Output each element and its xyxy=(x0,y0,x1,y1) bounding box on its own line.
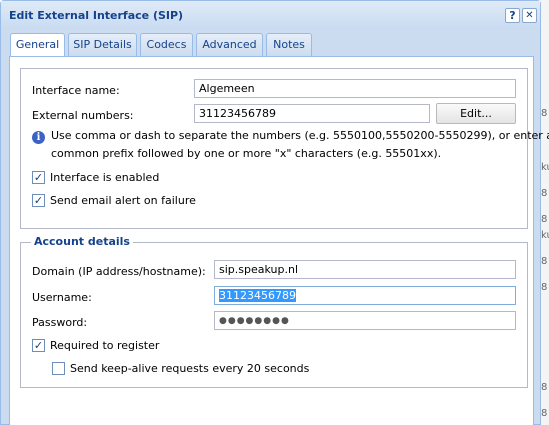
external-numbers-input[interactable]: 31123456789 xyxy=(194,104,430,123)
email-alert-checkbox[interactable] xyxy=(32,194,45,207)
dialog-titlebar[interactable]: Edit External Interface (SIP) ? ✕ xyxy=(1,1,540,28)
password-input[interactable]: ●●●●●●●● xyxy=(214,311,516,330)
tab-general[interactable]: General xyxy=(10,33,65,58)
tab-sip-details[interactable]: SIP Details xyxy=(68,33,137,56)
background-text: ku xyxy=(541,230,549,241)
tab-codecs[interactable]: Codecs xyxy=(140,33,193,56)
domain-label: Domain (IP address/hostname): xyxy=(32,265,206,278)
background-text: 8 xyxy=(541,282,548,293)
help-icon[interactable]: ? xyxy=(505,8,520,23)
keepalive-label[interactable]: Send keep-alive requests every 20 second… xyxy=(70,362,309,375)
general-fieldset: Interface name: Algemeen External number… xyxy=(20,68,549,229)
interface-name-input[interactable]: Algemeen xyxy=(194,79,516,98)
edit-numbers-button[interactable]: Edit... xyxy=(436,103,516,124)
username-input[interactable]: 31123456789 xyxy=(214,286,516,305)
background-text: 8 xyxy=(541,188,548,199)
background-text: 8 xyxy=(541,108,548,119)
background-text: ku xyxy=(541,162,549,173)
account-details-fieldset: Account details Domain (IP address/hostn… xyxy=(20,235,528,388)
interface-enabled-label[interactable]: Interface is enabled xyxy=(50,171,159,184)
account-details-legend: Account details xyxy=(31,235,133,248)
dialog-title: Edit External Interface (SIP) xyxy=(9,9,184,22)
interface-enabled-checkbox[interactable] xyxy=(32,171,45,184)
tab-panel-general: Interface name: Algemeen External number… xyxy=(9,56,549,425)
keepalive-checkbox[interactable] xyxy=(52,362,65,375)
username-label: Username: xyxy=(32,291,92,304)
info-icon: i xyxy=(32,131,45,144)
background-text: 8 xyxy=(541,408,548,419)
tab-advanced[interactable]: Advanced xyxy=(196,33,263,56)
info-text-line1: Use comma or dash to separate the number… xyxy=(51,129,549,142)
interface-name-label: Interface name: xyxy=(32,84,120,97)
close-icon[interactable]: ✕ xyxy=(522,8,537,23)
email-alert-label[interactable]: Send email alert on failure xyxy=(50,194,196,207)
password-label: Password: xyxy=(32,316,88,329)
background-text: 8 xyxy=(541,256,548,267)
username-selected-text: 31123456789 xyxy=(219,289,296,302)
background-text: 8 xyxy=(541,214,548,225)
tab-notes[interactable]: Notes xyxy=(266,33,312,56)
edit-interface-dialog: Edit External Interface (SIP) ? ✕ Genera… xyxy=(0,0,549,425)
background-text: 8 xyxy=(541,382,548,393)
register-checkbox[interactable] xyxy=(32,339,45,352)
domain-input[interactable]: sip.speakup.nl xyxy=(214,260,516,279)
register-label[interactable]: Required to register xyxy=(50,339,159,352)
external-numbers-label: External numbers: xyxy=(32,109,134,122)
info-text-line2: common prefix followed by one or more "x… xyxy=(51,147,442,160)
